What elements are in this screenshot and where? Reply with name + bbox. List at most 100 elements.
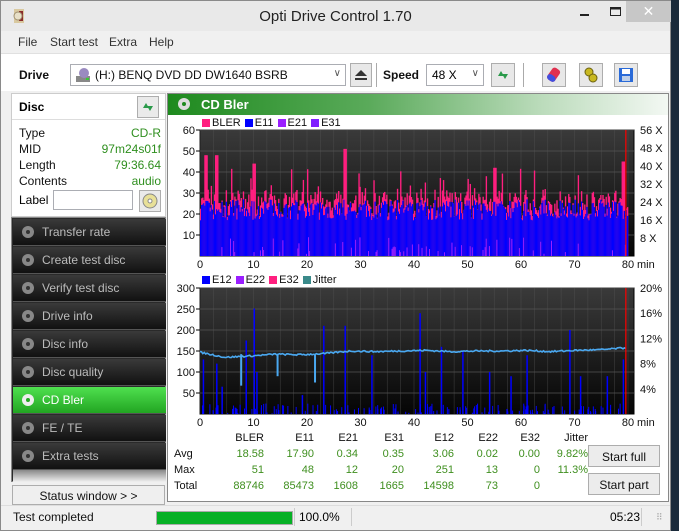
speed-value: 48 X bbox=[432, 68, 457, 82]
e12-bar bbox=[602, 407, 604, 414]
y2-tick-label: 16 X bbox=[640, 215, 663, 227]
x-tick-label: 10 bbox=[247, 259, 259, 271]
refresh-speed-button[interactable] bbox=[491, 63, 515, 87]
e12-bar bbox=[397, 411, 399, 414]
disc-label-button[interactable] bbox=[139, 190, 161, 212]
status-window-button[interactable]: Status window > > bbox=[12, 485, 165, 505]
e12-bar bbox=[371, 355, 373, 414]
resize-grip-icon[interactable]: ⠿ bbox=[656, 512, 663, 523]
nav-item-cd-bler[interactable]: CD Bler bbox=[13, 387, 166, 414]
disc-title: Disc bbox=[19, 100, 45, 114]
e12-bar bbox=[448, 409, 450, 414]
stats-value: 17.90 bbox=[286, 448, 314, 460]
stats-value: 18.58 bbox=[236, 448, 264, 460]
e12-bar bbox=[253, 308, 255, 414]
e12-bar bbox=[466, 407, 468, 414]
eject-button[interactable] bbox=[350, 63, 372, 87]
e21-bar bbox=[461, 245, 463, 256]
start-full-button[interactable]: Start full bbox=[588, 445, 660, 467]
x-tick-label: 20 bbox=[301, 259, 313, 271]
disc-mid-key: MID bbox=[19, 142, 41, 156]
e12-bar bbox=[283, 405, 285, 414]
x-tick-label: 80 bbox=[622, 259, 634, 271]
nav-item-create-test-disc[interactable]: Create test disc bbox=[13, 247, 166, 274]
e21-bar bbox=[611, 250, 614, 256]
e12-bar bbox=[275, 409, 277, 414]
e21-bar bbox=[376, 250, 378, 256]
save-button[interactable] bbox=[614, 63, 638, 87]
y2-tick-label: 8% bbox=[640, 359, 656, 371]
settings-button[interactable] bbox=[579, 63, 603, 87]
e12-bar bbox=[243, 408, 245, 414]
e21-bar bbox=[485, 238, 487, 256]
disc-length-value: 79:36.64 bbox=[114, 158, 161, 172]
e21-bar bbox=[234, 252, 236, 256]
e21-bar bbox=[393, 246, 395, 256]
e12-bar bbox=[535, 405, 537, 414]
speed-label: Speed bbox=[383, 68, 420, 82]
nav-item-disc-quality[interactable]: Disc quality bbox=[13, 359, 166, 386]
e12-bar bbox=[263, 403, 265, 414]
e12-bar bbox=[415, 409, 417, 414]
start-part-button[interactable]: Start part bbox=[588, 473, 660, 495]
y2-tick-label: 24 X bbox=[640, 197, 663, 209]
e21-bar bbox=[421, 247, 423, 256]
y-tick-label: 30 bbox=[183, 188, 195, 200]
e21-bar bbox=[482, 249, 484, 256]
disc-icon bbox=[142, 193, 158, 209]
e12-bar bbox=[552, 407, 554, 414]
nav-filler bbox=[13, 470, 166, 482]
e12-bar bbox=[348, 412, 350, 414]
nav-item-disc-info[interactable]: Disc info bbox=[13, 331, 166, 358]
e21-bar bbox=[509, 237, 511, 256]
y2-tick-label: 40 X bbox=[640, 161, 663, 173]
y2-tick-label: 8 X bbox=[640, 233, 657, 245]
minimize-button[interactable] bbox=[571, 1, 599, 22]
nav-item-extra-tests[interactable]: Extra tests bbox=[13, 443, 166, 470]
e21-bar bbox=[342, 242, 344, 256]
drive-select[interactable]: (H:) BENQ DVD DD DW1640 BSRB ∨ bbox=[70, 64, 346, 86]
e21-bar bbox=[262, 246, 264, 256]
e12-bar bbox=[216, 363, 218, 414]
menu-file[interactable]: File bbox=[18, 35, 37, 49]
stats-value: 0.00 bbox=[518, 448, 540, 460]
disc-refresh-button[interactable] bbox=[137, 96, 159, 118]
stats-table: BLER E11 E21 E31 E12 E22 E32 Jitter Avg 18.58 17.9… bbox=[168, 427, 588, 497]
disc-label-input[interactable] bbox=[53, 190, 133, 210]
e12-bar bbox=[317, 404, 319, 414]
menu-extra[interactable]: Extra bbox=[109, 35, 137, 49]
menu-help[interactable]: Help bbox=[149, 35, 174, 49]
y2-tick-label: 20% bbox=[640, 283, 662, 295]
nav-item-transfer-rate[interactable]: Transfer rate bbox=[13, 219, 166, 246]
stats-row-label: Max bbox=[174, 464, 195, 476]
stats-value: 0.35 bbox=[382, 448, 404, 460]
e12-bar bbox=[265, 403, 267, 414]
speed-select[interactable]: 48 X ∨ bbox=[426, 64, 484, 86]
nav-item-fe-te[interactable]: FE / TE bbox=[13, 415, 166, 442]
erase-button[interactable] bbox=[542, 63, 566, 87]
disc-header: Disc bbox=[12, 94, 165, 120]
e21-bar bbox=[233, 240, 235, 256]
nav-item-verify-test-disc[interactable]: Verify test disc bbox=[13, 275, 166, 302]
y-tick-label: 20 bbox=[183, 209, 195, 221]
maximize-button[interactable] bbox=[601, 1, 629, 22]
e12-bar bbox=[523, 405, 525, 414]
y2-tick-label: 56 X bbox=[640, 125, 663, 137]
e12-bar bbox=[273, 406, 275, 414]
settings-icon bbox=[584, 67, 598, 83]
close-button[interactable]: ✕ bbox=[626, 1, 671, 22]
y2-tick-label: 48 X bbox=[640, 143, 663, 155]
e21-bar bbox=[253, 252, 255, 256]
stats-row-max: Max 51 48 12 20 251 13 0 11.3% bbox=[168, 464, 588, 479]
e12-bar bbox=[335, 409, 337, 414]
e12-bar bbox=[394, 408, 396, 414]
e12-bar bbox=[459, 407, 461, 414]
nav-item-drive-info[interactable]: Drive info bbox=[13, 303, 166, 330]
menu-start-test[interactable]: Start test bbox=[50, 35, 98, 49]
e12-bar bbox=[592, 406, 594, 414]
e21-bar bbox=[540, 241, 542, 256]
stats-column-header: E11 bbox=[295, 432, 314, 444]
e21-bar bbox=[394, 247, 396, 256]
e12-bar bbox=[424, 372, 427, 414]
e12-bar bbox=[578, 409, 580, 414]
